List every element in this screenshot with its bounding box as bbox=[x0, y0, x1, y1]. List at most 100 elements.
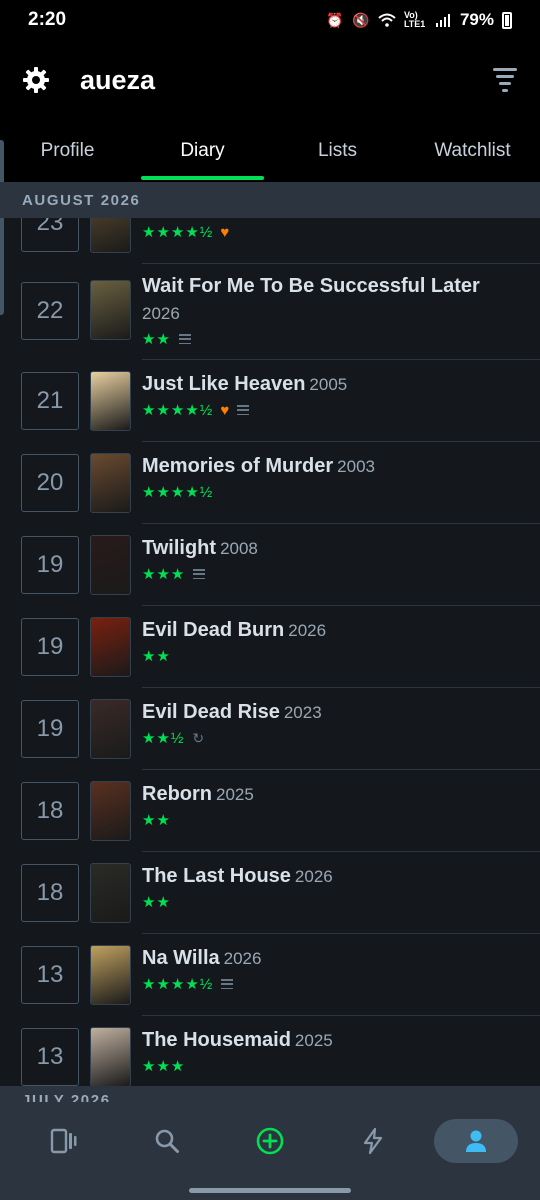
diary-entry-row[interactable]: 19 Twilight 2008 ★★★ bbox=[0, 524, 540, 606]
entry-meta: ★★ bbox=[142, 330, 520, 348]
next-month-section-header: JULY 2026 bbox=[0, 1086, 540, 1102]
add-icon[interactable] bbox=[228, 1119, 312, 1163]
diary-entry-row[interactable]: 19 Evil Dead Burn 2026 ★★ bbox=[0, 606, 540, 688]
film-poster[interactable] bbox=[90, 1027, 131, 1086]
diary-entry-row[interactable]: 13 The Housemaid 2025 ★★★ bbox=[0, 1016, 540, 1086]
film-poster[interactable] bbox=[90, 699, 131, 759]
status-time: 2:20 bbox=[28, 9, 67, 30]
entry-title-line[interactable]: Just Like Heaven 2005 bbox=[142, 372, 520, 397]
film-year: 2026 bbox=[294, 867, 333, 886]
entry-meta: ★★★ bbox=[142, 1057, 520, 1075]
film-poster[interactable] bbox=[90, 218, 131, 253]
entry-day-box: 18 bbox=[21, 782, 79, 840]
home-indicator[interactable] bbox=[189, 1187, 351, 1193]
diary-entry-row[interactable]: 20 Memories of Murder 2003 ★★★★½ bbox=[0, 442, 540, 524]
battery-icon bbox=[502, 11, 512, 29]
entry-title-line[interactable]: Memories of Murder 2003 bbox=[142, 454, 520, 479]
tab-diary[interactable]: Diary bbox=[135, 120, 270, 182]
entry-day-box: 19 bbox=[21, 700, 79, 758]
search-icon[interactable] bbox=[125, 1119, 209, 1163]
star-rating: ★★★ bbox=[142, 1058, 186, 1075]
rewatch-icon: ↻ bbox=[192, 729, 205, 746]
bottom-navigation bbox=[0, 1102, 540, 1180]
star-rating: ★★★★½ bbox=[142, 484, 214, 501]
signal-icon bbox=[434, 11, 452, 29]
diary-entry-row[interactable]: 18 Reborn 2025 ★★ bbox=[0, 770, 540, 852]
film-title: Reborn bbox=[142, 783, 212, 805]
star-rating: ★★★ bbox=[142, 566, 186, 583]
entry-title-line[interactable]: Evil Dead Burn 2026 bbox=[142, 618, 520, 643]
entry-meta: ★★ bbox=[142, 893, 520, 911]
diary-entry-row[interactable]: 19 Evil Dead Rise 2023 ★★½ ↻ bbox=[0, 688, 540, 770]
activity-icon[interactable] bbox=[331, 1119, 415, 1163]
diary-entry-row[interactable]: 22 Wait For Me To Be Successful Later 2026… bbox=[0, 264, 540, 360]
entry-info: Na Willa 2026 ★★★★½ bbox=[142, 946, 520, 993]
entry-title-line[interactable]: The Last House 2026 bbox=[142, 864, 520, 889]
film-title: Twilight bbox=[142, 537, 217, 559]
film-poster[interactable] bbox=[90, 371, 131, 431]
star-rating: ★★ bbox=[142, 648, 171, 665]
month-label: AUGUST 2026 bbox=[22, 191, 141, 209]
entry-day-box: 19 bbox=[21, 618, 79, 676]
film-year: 2025 bbox=[294, 1031, 333, 1050]
entry-meta: ★★★ bbox=[142, 565, 520, 583]
film-poster[interactable] bbox=[90, 535, 131, 595]
entry-title-line[interactable]: Twilight 2008 bbox=[142, 536, 520, 561]
entry-info: Reborn 2025 ★★ bbox=[142, 782, 520, 829]
film-poster[interactable] bbox=[90, 453, 131, 513]
entry-title-line[interactable]: Wait For Me To Be Successful Later 2026 bbox=[142, 274, 520, 326]
film-title: Wait For Me To Be Successful Later bbox=[142, 275, 480, 297]
diary-entry-row[interactable]: 13 Na Willa 2026 ★★★★½ bbox=[0, 934, 540, 1016]
entry-title-line[interactable]: Evil Dead Rise 2023 bbox=[142, 700, 520, 725]
entry-info: Evil Dead Rise 2023 ★★½ ↻ bbox=[142, 700, 520, 747]
film-poster[interactable] bbox=[90, 280, 131, 340]
entry-info: Hamnet2025 ★★★★½ ♥ bbox=[142, 218, 520, 242]
entry-day-box: 13 bbox=[21, 946, 79, 1004]
film-title: Memories of Murder bbox=[142, 455, 334, 477]
profile-tabs: Profile Diary Lists Watchlist bbox=[0, 120, 540, 182]
diary-entry-row[interactable]: 21 Just Like Heaven 2005 ★★★★½ ♥ bbox=[0, 360, 540, 442]
entry-info: Evil Dead Burn 2026 ★★ bbox=[142, 618, 520, 665]
entry-meta: ★★★★½ ♥ bbox=[142, 401, 520, 419]
film-title: Na Willa bbox=[142, 947, 220, 969]
status-bar: 2:20 ⏰ 🔇 Vo) LTE1 79% bbox=[0, 0, 540, 40]
film-year: 2023 bbox=[283, 703, 322, 722]
next-month-label: JULY 2026 bbox=[22, 1092, 111, 1102]
film-poster[interactable] bbox=[90, 617, 131, 677]
films-icon[interactable] bbox=[22, 1119, 106, 1163]
tab-profile[interactable]: Profile bbox=[0, 120, 135, 182]
entry-title-line[interactable]: The Housemaid 2025 bbox=[142, 1028, 520, 1053]
review-text-icon bbox=[237, 405, 250, 415]
film-poster[interactable] bbox=[90, 945, 131, 1005]
home-indicator-area bbox=[0, 1180, 540, 1200]
entry-day-box: 20 bbox=[21, 454, 79, 512]
entry-info: Just Like Heaven 2005 ★★★★½ ♥ bbox=[142, 372, 520, 419]
liked-heart-icon: ♥ bbox=[220, 401, 230, 419]
entry-title-line[interactable]: Na Willa 2026 bbox=[142, 946, 520, 971]
month-section-header: AUGUST 2026 bbox=[0, 182, 540, 218]
entry-title-line[interactable]: Reborn 2025 bbox=[142, 782, 520, 807]
entry-day-box: 23 bbox=[21, 218, 79, 252]
diary-entry-row[interactable]: 18 The Last House 2026 ★★ bbox=[0, 852, 540, 934]
film-poster[interactable] bbox=[90, 863, 131, 923]
film-title: Evil Dead Burn bbox=[142, 619, 285, 641]
film-title: Evil Dead Rise bbox=[142, 701, 280, 723]
film-year: 2008 bbox=[220, 539, 258, 558]
film-year: 2026 bbox=[288, 621, 327, 640]
star-rating: ★★½ bbox=[142, 730, 185, 747]
entry-meta: ★★★★½ ♥ bbox=[142, 223, 520, 242]
username-title: aueza bbox=[80, 64, 156, 95]
diary-entry-row[interactable]: 23 Hamnet2025 ★★★★½ ♥ bbox=[0, 218, 540, 264]
film-poster[interactable] bbox=[90, 781, 131, 841]
tab-watchlist[interactable]: Watchlist bbox=[405, 120, 540, 182]
settings-gear-icon[interactable] bbox=[22, 66, 50, 94]
profile-icon[interactable] bbox=[434, 1119, 519, 1163]
review-text-icon bbox=[193, 569, 206, 579]
diary-list: 23Hamnet2025★★★★½♥22Wait For Me To Be Su… bbox=[0, 218, 540, 1086]
entry-day-box: 19 bbox=[21, 536, 79, 594]
star-rating: ★★ bbox=[142, 331, 171, 348]
review-text-icon bbox=[221, 979, 234, 989]
entry-title-line[interactable]: Hamnet2025 bbox=[142, 218, 520, 219]
filter-icon[interactable] bbox=[492, 68, 518, 92]
tab-lists[interactable]: Lists bbox=[270, 120, 405, 182]
